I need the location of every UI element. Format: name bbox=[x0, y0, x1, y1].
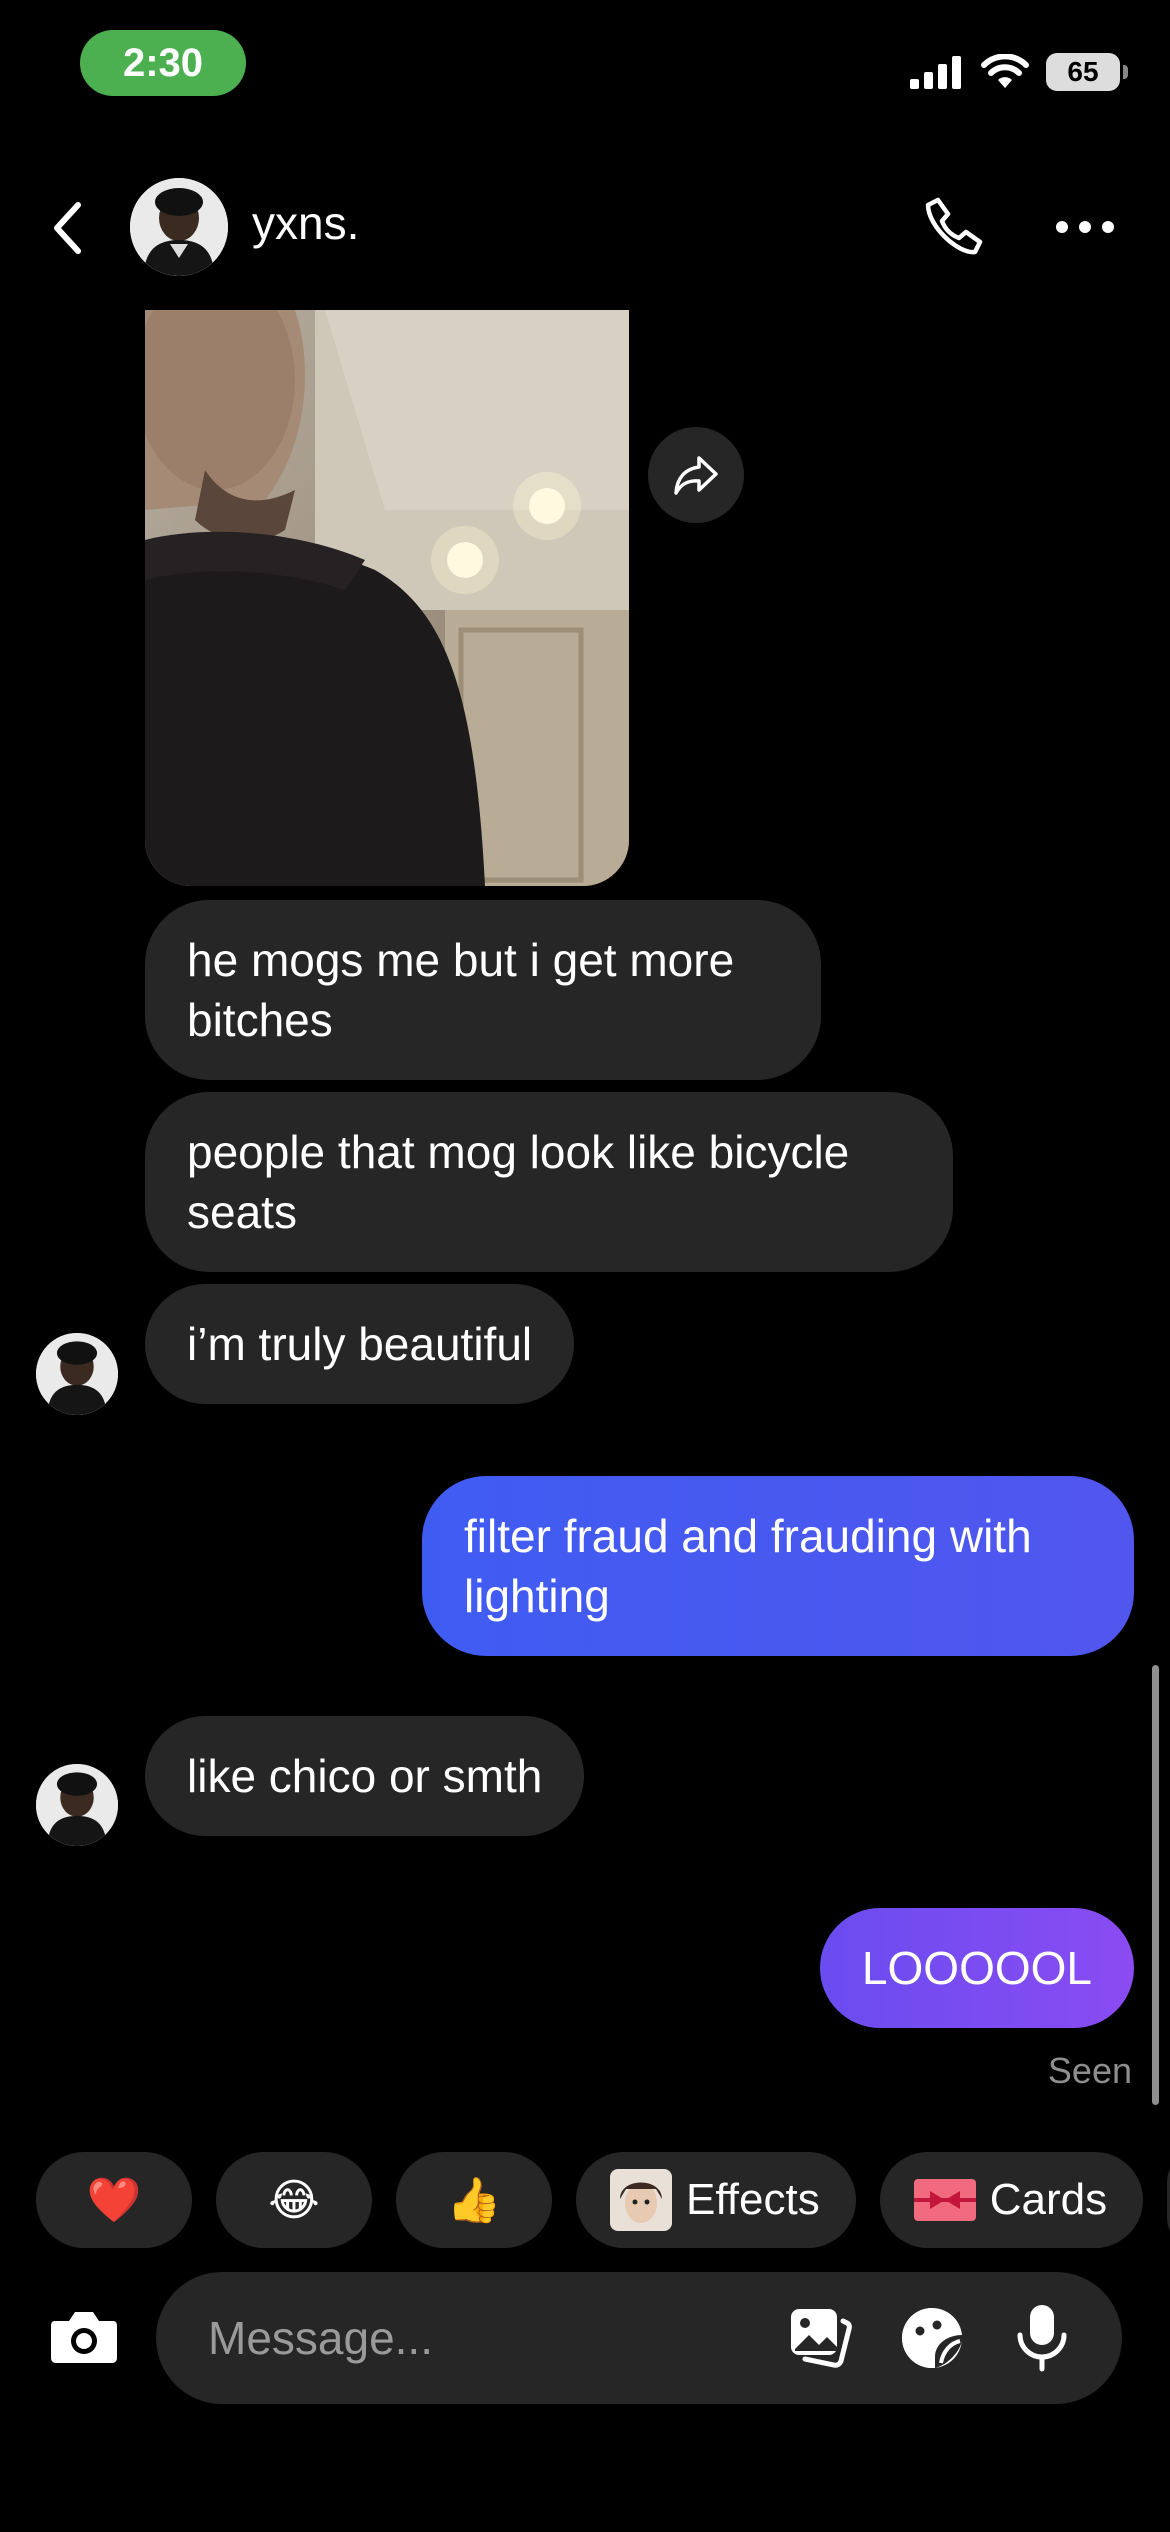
wifi-icon bbox=[981, 54, 1029, 88]
status-time: 2:30 bbox=[80, 30, 246, 96]
effects-button[interactable]: Effects bbox=[576, 2152, 856, 2248]
incoming-message[interactable]: i’m truly beautiful bbox=[145, 1284, 575, 1404]
heart-reaction-button[interactable]: ❤️ bbox=[36, 2152, 192, 2248]
camera-icon bbox=[51, 2312, 117, 2363]
share-icon bbox=[674, 456, 718, 495]
incoming-message[interactable]: people that mog look like bicycle seats bbox=[145, 1092, 953, 1272]
effects-thumbnail-icon bbox=[610, 2169, 672, 2231]
contact-avatar-small[interactable] bbox=[36, 1764, 118, 1846]
cards-thumbnail-icon bbox=[913, 2179, 976, 2221]
quick-reactions-bar: ❤️ 😂 👍 Effects Cards bbox=[36, 2152, 1170, 2248]
outgoing-message[interactable]: LOOOOOL bbox=[819, 1908, 1134, 2028]
message-input[interactable] bbox=[208, 2306, 768, 2370]
outgoing-message[interactable]: filter fraud and frauding with lighting bbox=[422, 1476, 1134, 1656]
message-composer bbox=[156, 2272, 1122, 2404]
share-button[interactable] bbox=[648, 427, 744, 523]
more-horizontal-icon bbox=[1056, 221, 1114, 233]
more-options-button[interactable] bbox=[1050, 192, 1120, 262]
gallery-icon bbox=[791, 2309, 852, 2368]
contact-avatar-small[interactable] bbox=[36, 1333, 118, 1415]
seen-receipt: Seen bbox=[1047, 2050, 1132, 2091]
contact-avatar[interactable] bbox=[130, 178, 228, 276]
cellular-signal-icon bbox=[910, 56, 961, 89]
thumbs-up-reaction-button[interactable]: 👍 bbox=[396, 2152, 552, 2248]
back-button[interactable] bbox=[42, 198, 92, 258]
sticker-icon bbox=[902, 2307, 962, 2369]
battery-icon: 65 bbox=[1046, 53, 1128, 91]
voice-message-button[interactable] bbox=[1006, 2302, 1078, 2374]
effects-label: Effects bbox=[686, 2175, 820, 2224]
status-indicators: 65 bbox=[910, 48, 1128, 96]
video-message[interactable] bbox=[145, 310, 629, 886]
cards-button[interactable]: Cards bbox=[879, 2152, 1144, 2248]
camera-button[interactable] bbox=[36, 2288, 132, 2384]
microphone-icon bbox=[1017, 2305, 1067, 2372]
chat-header: yxns. bbox=[0, 170, 1170, 280]
laugh-reaction-button[interactable]: 😂 bbox=[216, 2152, 372, 2248]
phone-icon bbox=[925, 197, 983, 255]
chevron-left-icon bbox=[54, 202, 81, 254]
incoming-message[interactable]: like chico or smth bbox=[145, 1716, 585, 1836]
call-button[interactable] bbox=[918, 192, 988, 262]
gallery-button[interactable] bbox=[784, 2302, 856, 2374]
cards-label: Cards bbox=[989, 2175, 1108, 2224]
sticker-button[interactable] bbox=[896, 2302, 968, 2374]
incoming-message[interactable]: he mogs me but i get more bitches bbox=[145, 900, 821, 1080]
scrollbar[interactable] bbox=[1152, 1665, 1159, 2105]
contact-name[interactable]: yxns. bbox=[252, 196, 359, 250]
